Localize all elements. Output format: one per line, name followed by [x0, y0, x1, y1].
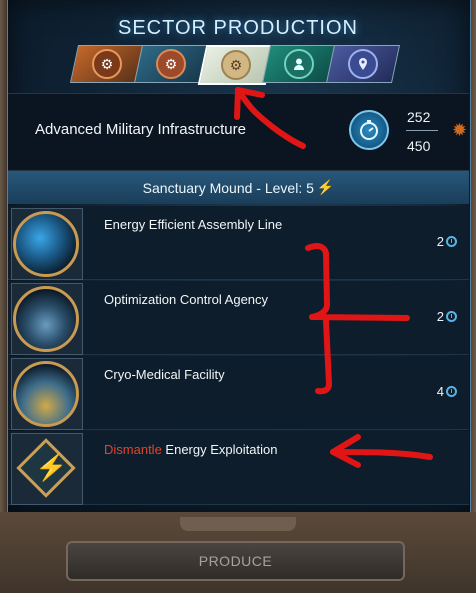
cost-value: 2 [436, 309, 444, 324]
tab-industry[interactable]: ⚙ [69, 45, 145, 83]
gear-icon: ⚙ [156, 49, 186, 79]
person-icon [284, 49, 314, 79]
building-header: Advanced Military Infrastructure 252 450… [8, 93, 469, 171]
assembly-line-image [13, 211, 79, 277]
panel-connector [180, 517, 296, 531]
tab-military[interactable]: ⚙ [133, 45, 209, 83]
production-current: 252 [407, 109, 431, 125]
cryo-facility-image [13, 361, 79, 427]
location-pin-icon [348, 49, 378, 79]
tab-population[interactable] [261, 45, 337, 83]
item-cost: 4 [437, 384, 457, 399]
cog-pin-icon: ⚙ [221, 50, 251, 80]
clock-icon [446, 386, 457, 397]
dismantle-target: Energy Exploitation [165, 442, 278, 457]
list-item[interactable]: ⚡ Dismantle Energy Exploitation [8, 431, 469, 505]
control-agency-image [13, 286, 79, 352]
level-label: Sanctuary Mound - Level: 5 [142, 179, 314, 196]
level-bar: Sanctuary Mound - Level: 5 ⚡ [8, 171, 469, 204]
clock-icon [446, 236, 457, 247]
item-name: Dismantle Energy Exploitation [104, 442, 277, 457]
gear-icon[interactable]: ✹ [452, 120, 467, 141]
production-timer-icon [349, 110, 389, 150]
production-max: 450 [407, 138, 431, 154]
item-name: Cryo-Medical Facility [104, 367, 225, 382]
tab-location[interactable] [325, 45, 401, 83]
dismantle-label: Dismantle [104, 442, 162, 457]
clock-icon [446, 311, 457, 322]
list-item[interactable]: Cryo-Medical Facility 4 [8, 356, 469, 430]
production-divider [406, 130, 438, 131]
cost-value: 2 [436, 234, 444, 249]
category-tabs: ⚙ ⚙ ⚙ [69, 45, 404, 85]
energy-bolt-icon: ⚡ [35, 452, 68, 482]
panel-title: SECTOR PRODUCTION [118, 17, 358, 39]
item-name: Optimization Control Agency [104, 292, 269, 307]
production-list: Energy Efficient Assembly Line 2 Optimiz… [8, 206, 469, 506]
produce-button[interactable]: PRODUCE [66, 541, 405, 581]
list-item[interactable]: Optimization Control Agency 2 [8, 281, 469, 355]
item-name: Energy Efficient Assembly Line [104, 217, 283, 232]
item-cost: 2 [437, 309, 457, 324]
cost-value: 4 [436, 384, 444, 399]
item-cost: 2 [437, 234, 457, 249]
bolt-icon: ⚡ [316, 179, 335, 195]
building-name: Advanced Military Infrastructure [35, 121, 246, 138]
list-item[interactable]: Energy Efficient Assembly Line 2 [8, 206, 469, 280]
gear-icon: ⚙ [92, 49, 122, 79]
